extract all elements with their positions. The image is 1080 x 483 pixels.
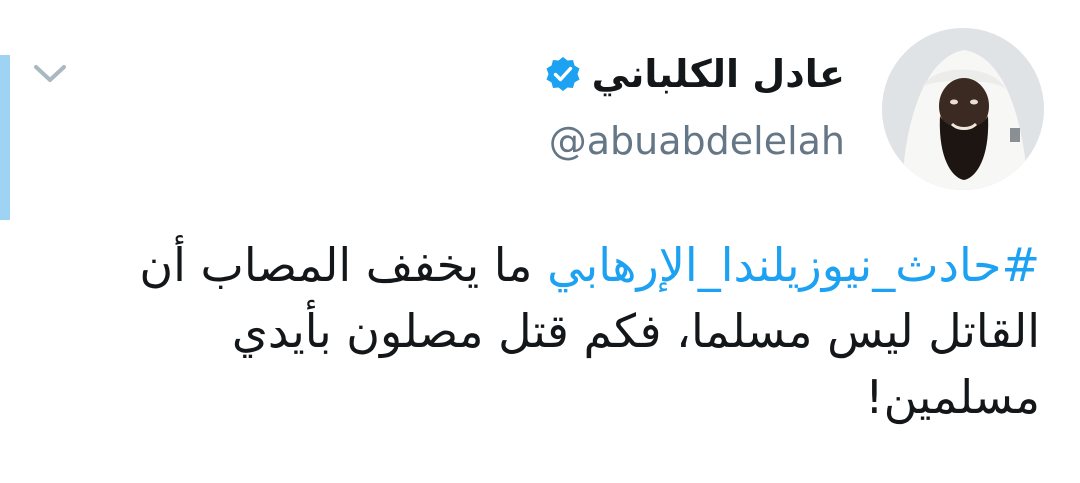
author-display-name[interactable]: عادل الكلباني [592, 50, 845, 98]
author-handle[interactable]: @abuabdelelah [549, 118, 845, 164]
avatar[interactable] [882, 28, 1044, 190]
hashtag-link[interactable]: #حادث_نيوزيلندا_الإرهابي [547, 238, 1040, 292]
thread-indicator [0, 55, 10, 220]
verified-badge-icon [544, 55, 582, 93]
author-name-row: عادل الكلباني [544, 50, 845, 98]
chevron-down-icon[interactable] [30, 58, 70, 88]
author-block: عادل الكلباني @abuabdelelah [544, 50, 845, 164]
tweet-card: عادل الكلباني @abuabdelelah #حادث_نيوزيل… [0, 0, 1080, 483]
tweet-body: #حادث_نيوزيلندا_الإرهابي ما يخفف المصاب … [80, 232, 1040, 430]
